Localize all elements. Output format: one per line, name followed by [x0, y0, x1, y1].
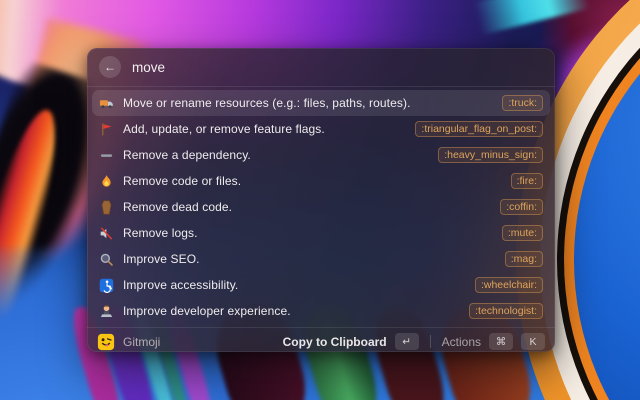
search-bar: ← [87, 48, 555, 87]
gitmoji-code-badge: :mag: [505, 251, 543, 267]
actions-button[interactable]: Actions [442, 335, 481, 349]
primary-action-label[interactable]: Copy to Clipboard [283, 335, 387, 349]
app-name: Gitmoji [123, 335, 275, 349]
list-item-title: Remove a dependency. [123, 148, 429, 162]
search-input[interactable] [132, 60, 543, 75]
list-item-9[interactable]: Improve developer experience. :technolog… [92, 298, 550, 324]
footer-divider [430, 335, 431, 348]
list-item-title: Improve accessibility. [123, 278, 466, 292]
fire-icon [99, 174, 114, 189]
cmd-key-badge: ⌘ [489, 333, 513, 350]
coffin-icon [99, 200, 114, 215]
back-button[interactable]: ← [99, 56, 121, 78]
list-item-6[interactable]: Remove logs. :mute: [92, 220, 550, 246]
command-palette-window: ← Move or rename resources (e.g.: files,… [87, 48, 555, 352]
gitmoji-code-badge: :technologist: [469, 303, 543, 319]
technologist-icon [99, 304, 114, 319]
list-item-title: Improve SEO. [123, 252, 496, 266]
list-item-title: Improve developer experience. [123, 304, 460, 318]
mute-icon [99, 226, 114, 241]
list-item-title: Add, update, or remove feature flags. [123, 122, 406, 136]
mag-icon [99, 252, 114, 267]
gitmoji-code-badge: :truck: [502, 95, 543, 111]
gitmoji-code-badge: :wheelchair: [475, 277, 543, 293]
list-item-2[interactable]: Add, update, or remove feature flags. :t… [92, 116, 550, 142]
list-item-title: Remove code or files. [123, 174, 502, 188]
gitmoji-app-icon [97, 333, 115, 351]
list-item-title: Remove logs. [123, 226, 493, 240]
return-key-badge: ↵ [395, 333, 419, 350]
list-item-1[interactable]: Move or rename resources (e.g.: files, p… [92, 90, 550, 116]
list-item-title: Remove dead code. [123, 200, 491, 214]
list-item-8[interactable]: Improve accessibility. :wheelchair: [92, 272, 550, 298]
list-item-title: Move or rename resources (e.g.: files, p… [123, 96, 493, 110]
list-item-7[interactable]: Improve SEO. :mag: [92, 246, 550, 272]
results-list: Move or rename resources (e.g.: files, p… [87, 87, 555, 327]
gitmoji-code-badge: :mute: [502, 225, 543, 241]
gitmoji-code-badge: :triangular_flag_on_post: [415, 121, 543, 137]
footer-bar: Gitmoji Copy to Clipboard ↵ Actions ⌘ K [87, 327, 555, 352]
back-arrow-icon: ← [104, 60, 116, 74]
gitmoji-code-badge: :coffin: [500, 199, 543, 215]
triangular-flag-icon [99, 122, 114, 137]
window-content: ← Move or rename resources (e.g.: files,… [87, 48, 555, 352]
gitmoji-code-badge: :heavy_minus_sign: [438, 147, 543, 163]
gitmoji-code-badge: :fire: [511, 173, 543, 189]
wheelchair-icon [99, 278, 114, 293]
list-item-5[interactable]: Remove dead code. :coffin: [92, 194, 550, 220]
list-item-4[interactable]: Remove code or files. :fire: [92, 168, 550, 194]
k-key-badge: K [521, 333, 545, 350]
list-item-3[interactable]: Remove a dependency. :heavy_minus_sign: [92, 142, 550, 168]
truck-icon [99, 96, 114, 111]
heavy-minus-icon [99, 148, 114, 163]
